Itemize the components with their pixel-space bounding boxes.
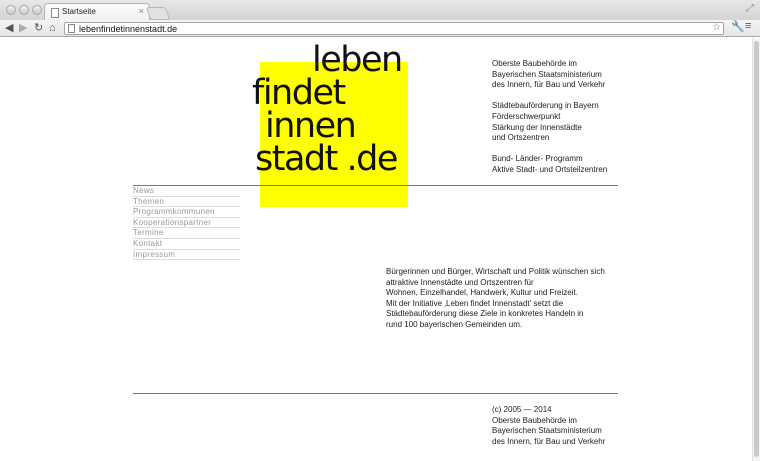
- wrench-icon[interactable]: 🔧: [731, 20, 745, 33]
- intro-line: Bürgerinnen und Bürger, Wirtschaft und P…: [386, 267, 605, 276]
- minimize-window-button[interactable]: [19, 5, 29, 15]
- logo-line: stadt .de: [255, 139, 398, 179]
- back-icon[interactable]: ◀: [5, 21, 13, 35]
- browser-toolbar: ◀ ▶ ↻ ⌂ lebenfindetinnenstadt.de ☆ 🔧 ≡: [0, 20, 760, 37]
- info-line: Stärkung der Innenstädte: [492, 122, 582, 132]
- divider-bottom: [133, 393, 618, 394]
- info-line: und Ortszentren: [492, 133, 550, 143]
- nav-item-themen[interactable]: Themen: [133, 197, 240, 208]
- info-line: des Innern, für Bau und Verkehr: [492, 80, 606, 90]
- info-line: Förderschwerpunkt: [492, 111, 561, 121]
- main-nav: News Themen Programmkommunen Kooperation…: [133, 186, 240, 261]
- intro-line: Mit der Initiative ‚Leben findet Innenst…: [386, 298, 564, 308]
- footer-line: des Innern, für Bau und Verkehr: [492, 436, 606, 446]
- scrollbar-thumb[interactable]: [754, 41, 759, 457]
- new-tab-button[interactable]: [145, 7, 171, 20]
- info-line: Städtebauförderung in Bayern: [492, 101, 599, 111]
- fullscreen-icon[interactable]: ⤢: [746, 3, 754, 14]
- forward-icon[interactable]: ▶: [19, 21, 27, 35]
- bookmark-star-icon[interactable]: ☆: [712, 22, 721, 33]
- info-line: Bund- Länder- Programm: [492, 154, 583, 164]
- info-group-federal: Bund- Länder- Programm Aktive Stadt- und…: [492, 154, 607, 175]
- intro-text: Bürgerinnen und Bürger, Wirtschaft und P…: [386, 267, 626, 331]
- footer-line: Bayerischen Staatsministerium: [492, 426, 602, 436]
- reload-icon[interactable]: ↻: [34, 21, 43, 35]
- zoom-window-button[interactable]: [32, 5, 42, 15]
- vertical-scrollbar[interactable]: [752, 38, 760, 461]
- footer: (c) 2005 — 2014 Oberste Baubehörde im Ba…: [492, 405, 605, 447]
- info-line: Bayerischen Staatsministerium: [492, 69, 602, 79]
- info-group-program: Städtebauförderung in Bayern Förderschwe…: [492, 101, 607, 143]
- footer-copyright: (c) 2005 — 2014: [492, 405, 552, 414]
- footer-line: Oberste Baubehörde im: [492, 415, 577, 425]
- nav-item-impressum[interactable]: Impressum: [133, 250, 240, 261]
- info-group-authority: Oberste Baubehörde im Bayerischen Staats…: [492, 59, 607, 91]
- tab-startseite[interactable]: Startseite ×: [44, 3, 150, 21]
- nav-item-kooperationspartner[interactable]: Kooperationspartner: [133, 218, 240, 229]
- header-info: Oberste Baubehörde im Bayerischen Staats…: [492, 59, 607, 186]
- intro-line: rund 100 bayerischen Gemeinden um.: [386, 319, 523, 329]
- nav-item-programmkommunen[interactable]: Programmkommunen: [133, 207, 240, 218]
- close-window-button[interactable]: [6, 5, 16, 15]
- intro-line: Städtebauförderung diese Ziele in konkre…: [386, 309, 584, 319]
- nav-item-kontakt[interactable]: Kontakt: [133, 239, 240, 250]
- info-line: Oberste Baubehörde im: [492, 59, 577, 68]
- menu-icon[interactable]: ≡: [745, 20, 751, 32]
- intro-line: Wohnen, Einzelhandel, Handwerk, Kultur u…: [386, 288, 578, 298]
- intro-line: attraktive Innenstädte und Ortszentren f…: [386, 277, 534, 287]
- home-icon[interactable]: ⌂: [49, 21, 56, 35]
- address-bar-url[interactable]: lebenfindetinnenstadt.de: [79, 23, 177, 35]
- address-bar[interactable]: lebenfindetinnenstadt.de ☆: [64, 22, 724, 35]
- browser-titlebar: Startseite × ⤢: [0, 0, 760, 21]
- nav-item-termine[interactable]: Termine: [133, 228, 240, 239]
- page-icon: [51, 8, 59, 18]
- tab-title: Startseite: [62, 7, 96, 16]
- page-icon: [68, 24, 75, 33]
- tab-close-icon[interactable]: ×: [139, 6, 144, 16]
- info-line: Aktive Stadt- und Ortsteilzentren: [492, 164, 608, 174]
- nav-item-news[interactable]: News: [133, 186, 240, 197]
- site-logo[interactable]: leben findet innen stadt .de: [252, 43, 422, 179]
